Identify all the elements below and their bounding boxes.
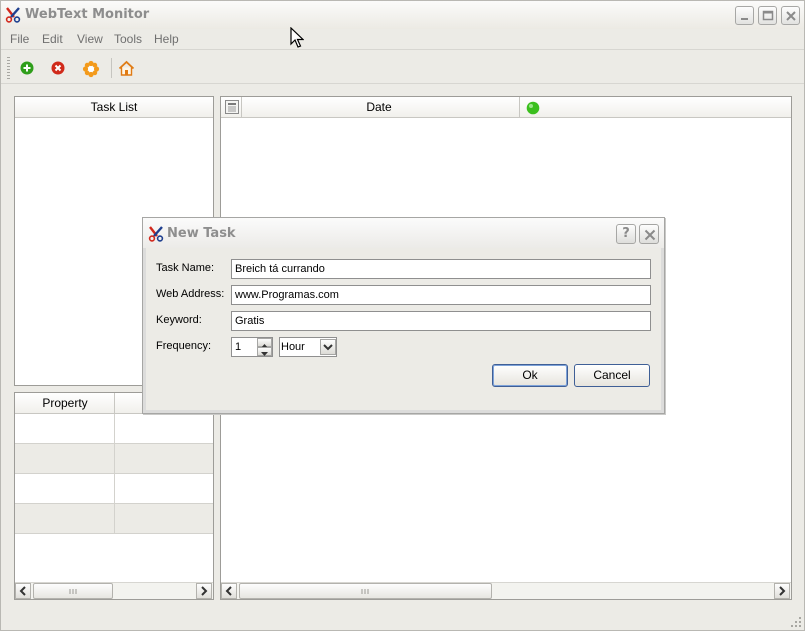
- scroll-right-button[interactable]: [774, 583, 790, 599]
- task-name-input[interactable]: Breich tá currando: [231, 259, 651, 279]
- keyword-label: Keyword:: [156, 314, 202, 326]
- frequency-label: Frequency:: [156, 340, 212, 352]
- dropdown-button[interactable]: [320, 339, 336, 355]
- home-button[interactable]: [115, 57, 137, 79]
- web-address-label: Web Address:: [156, 288, 225, 300]
- scroll-thumb[interactable]: [239, 583, 492, 599]
- menu-view[interactable]: View: [77, 32, 103, 46]
- chevron-left-icon: [225, 586, 232, 596]
- task-list-column-header[interactable]: Task List: [15, 97, 213, 118]
- maximize-icon: [762, 10, 774, 21]
- results-horizontal-scrollbar[interactable]: [221, 582, 791, 599]
- chevron-down-icon: [323, 344, 333, 351]
- minimize-icon: [741, 18, 748, 20]
- menu-bar: File Edit View Tools Help: [1, 29, 804, 50]
- chevron-left-icon: [19, 586, 26, 596]
- mouse-pointer-icon: [290, 27, 304, 48]
- scroll-right-button[interactable]: [196, 583, 212, 599]
- scroll-left-button[interactable]: [221, 583, 237, 599]
- keyword-input[interactable]: Gratis: [231, 311, 651, 331]
- calendar-icon[interactable]: [225, 100, 239, 114]
- grip-icon: [361, 589, 369, 594]
- frequency-stepper[interactable]: 1: [231, 337, 273, 357]
- property-row[interactable]: [15, 504, 213, 534]
- status-green-icon[interactable]: [526, 101, 540, 115]
- dialog-title: New Task: [167, 226, 236, 241]
- menu-edit[interactable]: Edit: [42, 32, 63, 46]
- maximize-button[interactable]: [758, 6, 777, 25]
- scroll-thumb[interactable]: [33, 583, 113, 599]
- cell-divider: [114, 414, 115, 444]
- title-bar[interactable]: WebText Monitor: [1, 1, 804, 29]
- toolbar-grip[interactable]: [7, 57, 10, 79]
- menu-help[interactable]: Help: [154, 32, 179, 46]
- frequency-unit-select[interactable]: Hour: [279, 337, 337, 357]
- spin-up-button[interactable]: [257, 338, 272, 348]
- column-divider[interactable]: [114, 393, 115, 413]
- scissors-logo-icon: [148, 226, 164, 242]
- chevron-right-icon: [779, 586, 786, 596]
- dialog-close-button[interactable]: [639, 224, 659, 244]
- spin-down-button[interactable]: [257, 347, 272, 356]
- task-list-header-label: Task List: [90, 100, 138, 114]
- frequency-unit-value: Hour: [281, 341, 305, 353]
- main-window: WebText Monitor File Edit View Tools Hel…: [0, 0, 805, 631]
- property-row[interactable]: [15, 474, 213, 504]
- property-horizontal-scrollbar[interactable]: [15, 582, 213, 599]
- dialog-title-bar[interactable]: New Task ?: [143, 218, 664, 248]
- toolbar: [1, 51, 804, 84]
- delete-task-button[interactable]: [47, 57, 69, 79]
- close-button[interactable]: [781, 6, 800, 25]
- minimize-button[interactable]: [735, 6, 754, 25]
- property-row[interactable]: [15, 444, 213, 474]
- new-task-dialog: New Task ? Task Name: Breich tá currando…: [142, 217, 665, 414]
- grip-icon: [69, 589, 77, 594]
- settings-button[interactable]: [79, 57, 101, 79]
- date-header-label[interactable]: Date: [241, 100, 517, 114]
- cell-divider: [114, 504, 115, 534]
- home-icon: [118, 60, 135, 76]
- task-name-label: Task Name:: [156, 262, 215, 274]
- cell-divider: [114, 444, 115, 474]
- close-icon: [786, 11, 796, 21]
- toolbar-separator: [111, 58, 112, 78]
- cell-divider: [114, 474, 115, 504]
- add-task-button[interactable]: [16, 57, 38, 79]
- add-icon: [20, 61, 34, 75]
- property-header-label: Property: [42, 396, 88, 410]
- help-button[interactable]: ?: [616, 224, 636, 244]
- property-panel[interactable]: Property: [14, 392, 214, 600]
- dialog-body: Task Name: Breich tá currando Web Addres…: [146, 248, 661, 410]
- cancel-button[interactable]: Cancel: [574, 364, 650, 387]
- menu-tools[interactable]: Tools: [114, 32, 142, 46]
- web-address-input[interactable]: www.Programas.com: [231, 285, 651, 305]
- window-title: WebText Monitor: [25, 7, 150, 22]
- menu-file[interactable]: File: [10, 32, 29, 46]
- delete-icon: [51, 61, 65, 75]
- scissors-logo-icon: [5, 7, 21, 23]
- settings-icon: [82, 60, 100, 78]
- frequency-value[interactable]: 1: [235, 341, 241, 353]
- close-icon: [644, 229, 656, 241]
- chevron-down-icon: [261, 352, 268, 356]
- chevron-right-icon: [201, 586, 208, 596]
- scroll-left-button[interactable]: [15, 583, 31, 599]
- results-column-header: Date: [221, 97, 791, 118]
- ok-button[interactable]: Ok: [492, 364, 568, 387]
- column-divider[interactable]: [519, 97, 520, 117]
- resize-grip-icon[interactable]: [789, 615, 802, 628]
- property-row[interactable]: [15, 414, 213, 444]
